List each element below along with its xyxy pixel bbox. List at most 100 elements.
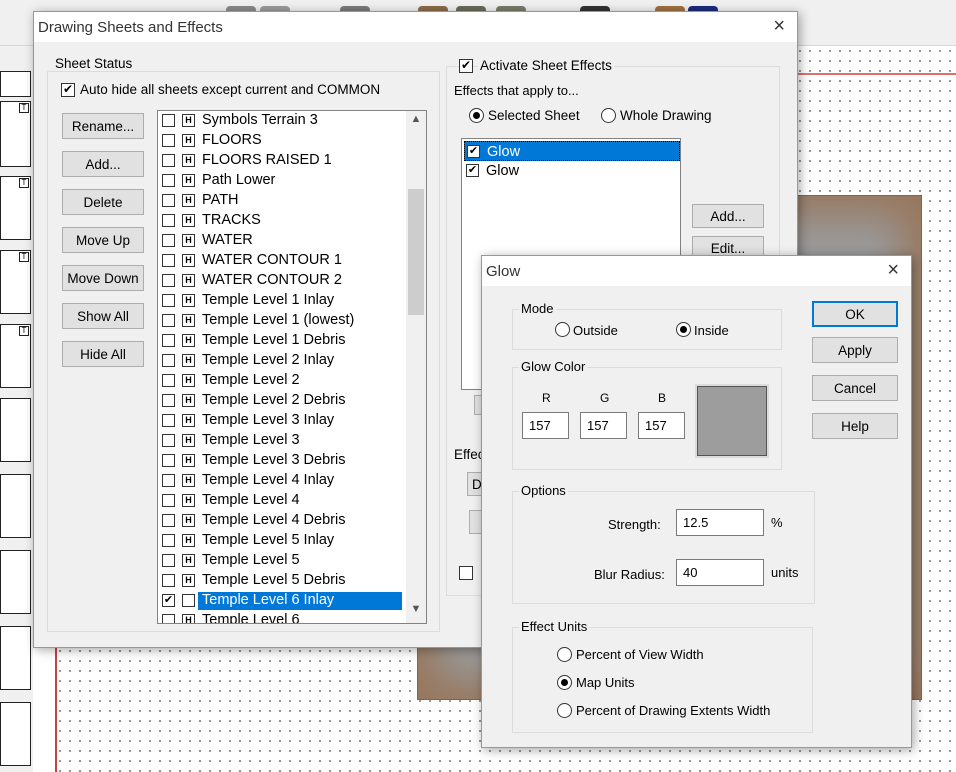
sheet-row[interactable]: H Temple Level 4 Debris — [158, 511, 406, 531]
thumbnail-slot[interactable] — [0, 474, 31, 538]
sheet-visible-checkbox[interactable] — [162, 354, 175, 367]
sheet-visible-checkbox[interactable] — [162, 234, 175, 247]
sheet-effects-icon[interactable]: H — [182, 574, 195, 587]
thumbnail-slot[interactable] — [0, 702, 31, 766]
sheet-visible-checkbox[interactable] — [162, 174, 175, 187]
sheet-visible-checkbox[interactable] — [162, 514, 175, 527]
sheet-visible-checkbox[interactable] — [162, 554, 175, 567]
radio-map-units[interactable] — [557, 675, 572, 690]
sheet-effects-icon[interactable]: H — [182, 534, 195, 547]
scroll-down-icon[interactable]: ▼ — [406, 603, 426, 621]
sheet-row[interactable]: H Temple Level 4 — [158, 491, 406, 511]
sheet-effects-icon[interactable]: H — [182, 374, 195, 387]
red-field[interactable]: 157 — [522, 412, 569, 439]
effect-option-checkbox[interactable] — [459, 566, 473, 580]
sheet-row[interactable]: H Temple Level 1 Debris — [158, 331, 406, 351]
sheet-visible-checkbox[interactable] — [162, 214, 175, 227]
sheet-row[interactable]: H Temple Level 1 Inlay — [158, 291, 406, 311]
sheet-row[interactable]: H Temple Level 3 Debris — [158, 451, 406, 471]
strength-field[interactable]: 12.5 — [676, 509, 764, 536]
sheet-row[interactable]: H Temple Level 5 — [158, 551, 406, 571]
sheet-visible-checkbox[interactable] — [162, 114, 175, 127]
help-button[interactable]: Help — [812, 413, 898, 439]
sheet-row[interactable]: H WATER — [158, 231, 406, 251]
sheet-visible-checkbox[interactable] — [162, 474, 175, 487]
sheet-row[interactable]: H Path Lower — [158, 171, 406, 191]
thumbnail-slot[interactable]: T — [0, 324, 31, 388]
sheet-effects-icon[interactable]: H — [182, 614, 195, 623]
sheet-visible-checkbox[interactable] — [162, 154, 175, 167]
sheet-row[interactable]: H Temple Level 3 Inlay — [158, 411, 406, 431]
ok-button[interactable]: OK — [812, 301, 898, 327]
radio-inside[interactable] — [676, 322, 691, 337]
thumbnail-slot[interactable]: T — [0, 250, 31, 314]
sheet-effects-icon[interactable] — [182, 594, 195, 607]
sheet-row[interactable]: H Symbols Terrain 3 — [158, 111, 406, 131]
sheet-row[interactable]: H Temple Level 4 Inlay — [158, 471, 406, 491]
sheet-row[interactable]: H Temple Level 2 Inlay — [158, 351, 406, 371]
sheet-visible-checkbox[interactable] — [162, 394, 175, 407]
sheet-effects-icon[interactable]: H — [182, 294, 195, 307]
effect-enabled-checkbox[interactable]: ✔ — [466, 164, 479, 177]
sheet-visible-checkbox[interactable] — [162, 414, 175, 427]
thumbnail-slot[interactable] — [0, 626, 31, 690]
close-icon[interactable]: × — [887, 259, 899, 282]
sheet-effects-icon[interactable]: H — [182, 514, 195, 527]
radio-percent-view-width[interactable] — [557, 647, 572, 662]
sheet-effects-icon[interactable]: H — [182, 394, 195, 407]
radio-percent-extents-width[interactable] — [557, 703, 572, 718]
add-sheet-button[interactable]: Add... — [62, 151, 144, 177]
radio-selected-sheet[interactable] — [469, 108, 484, 123]
sheet-row[interactable]: H Temple Level 5 Debris — [158, 571, 406, 591]
sheet-visible-checkbox[interactable] — [162, 614, 175, 623]
effect-row[interactable]: ✔ Glow — [464, 141, 680, 161]
sheet-visible-checkbox[interactable] — [162, 534, 175, 547]
sheet-row[interactable]: H FLOORS RAISED 1 — [158, 151, 406, 171]
hide-all-button[interactable]: Hide All — [62, 341, 144, 367]
thumbnail-slot[interactable]: T — [0, 176, 31, 240]
sheet-effects-icon[interactable]: H — [182, 274, 195, 287]
auto-hide-checkbox[interactable]: ✔ — [61, 83, 75, 97]
sheet-effects-icon[interactable]: H — [182, 134, 195, 147]
sheet-visible-checkbox[interactable] — [162, 274, 175, 287]
rename-button[interactable]: Rename... — [62, 113, 144, 139]
sheet-effects-icon[interactable]: H — [182, 494, 195, 507]
move-up-button[interactable]: Move Up — [62, 227, 144, 253]
sheet-row[interactable]: ✔ Temple Level 6 Inlay — [158, 591, 406, 611]
sheet-row[interactable]: H Temple Level 5 Inlay — [158, 531, 406, 551]
sheet-visible-checkbox[interactable]: ✔ — [162, 594, 175, 607]
effect-enabled-checkbox[interactable]: ✔ — [467, 145, 480, 158]
thumbnail-slot[interactable] — [0, 71, 31, 97]
effect-row[interactable]: ✔ Glow — [464, 161, 680, 181]
sheet-visible-checkbox[interactable] — [162, 134, 175, 147]
sheet-row[interactable]: H FLOORS — [158, 131, 406, 151]
sheet-row[interactable]: H Temple Level 2 Debris — [158, 391, 406, 411]
sheet-effects-icon[interactable]: H — [182, 474, 195, 487]
sheet-visible-checkbox[interactable] — [162, 194, 175, 207]
sheet-row[interactable]: H Temple Level 2 — [158, 371, 406, 391]
scroll-thumb[interactable] — [408, 189, 424, 315]
sheet-effects-icon[interactable]: H — [182, 194, 195, 207]
thumbnail-slot[interactable] — [0, 398, 31, 462]
delete-button[interactable]: Delete — [62, 189, 144, 215]
sheet-visible-checkbox[interactable] — [162, 494, 175, 507]
sheet-effects-icon[interactable]: H — [182, 434, 195, 447]
sheet-row[interactable]: H Temple Level 3 — [158, 431, 406, 451]
sheet-list-scrollbar[interactable]: ▲ ▼ — [406, 111, 426, 623]
show-all-button[interactable]: Show All — [62, 303, 144, 329]
sheet-effects-icon[interactable]: H — [182, 154, 195, 167]
sheet-visible-checkbox[interactable] — [162, 294, 175, 307]
sheet-visible-checkbox[interactable] — [162, 314, 175, 327]
sheet-effects-icon[interactable]: H — [182, 354, 195, 367]
move-down-button[interactable]: Move Down — [62, 265, 144, 291]
sheet-effects-icon[interactable]: H — [182, 234, 195, 247]
thumbnail-slot[interactable]: T — [0, 101, 31, 167]
sheet-effects-icon[interactable]: H — [182, 454, 195, 467]
sheet-effects-icon[interactable]: H — [182, 334, 195, 347]
sheet-effects-icon[interactable]: H — [182, 174, 195, 187]
sheet-visible-checkbox[interactable] — [162, 254, 175, 267]
color-swatch[interactable] — [697, 386, 767, 456]
green-field[interactable]: 157 — [580, 412, 627, 439]
sheet-effects-icon[interactable]: H — [182, 314, 195, 327]
sheet-row[interactable]: H WATER CONTOUR 2 — [158, 271, 406, 291]
